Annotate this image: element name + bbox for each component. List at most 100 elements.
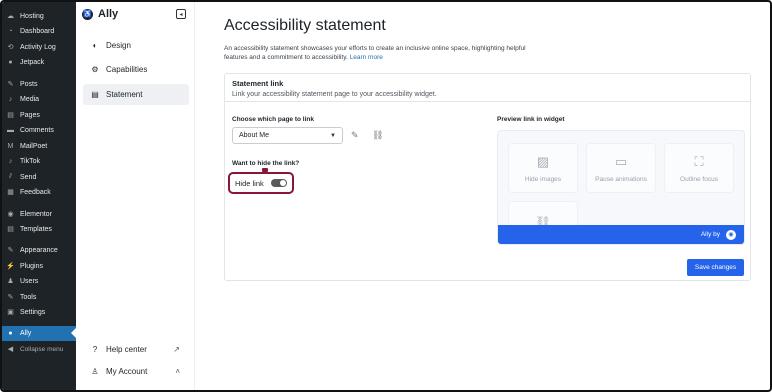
feedback-icon: ▦: [7, 189, 14, 196]
wp-menu-collapse[interactable]: ◀ Collapse menu: [2, 342, 76, 356]
card-subtitle: Link your accessibility statement page t…: [232, 91, 437, 98]
wp-menu-label: Media: [20, 95, 40, 103]
sidebar-collapse-button[interactable]: ◂: [176, 9, 186, 19]
video-off-icon: ▭: [614, 153, 628, 169]
nav-item-statement[interactable]: ▤ Statement: [83, 84, 189, 105]
tile-hide-images: ▨ Hide images: [508, 143, 578, 193]
wp-menu-label: Hosting: [20, 12, 44, 20]
settings-icon: ▣: [7, 309, 14, 316]
wp-menu-label: Ally: [20, 330, 32, 337]
app-frame: ☁ Hosting ◔ Dashboard ⟲ Activity Log ● Jetpa…: [0, 0, 772, 392]
wp-menu-activity-log[interactable]: ⟲ Activity Log: [2, 40, 76, 54]
wp-menu-label: Tools: [20, 293, 37, 301]
wp-menu-comments[interactable]: ▬ Comments: [2, 123, 76, 137]
wp-menu-settings[interactable]: ▣ Settings: [2, 305, 76, 319]
brush-icon: ✎: [7, 247, 14, 254]
wp-menu-label: Elementor: [20, 210, 52, 218]
wp-menu-jetpack[interactable]: ● Jetpack: [2, 55, 76, 69]
wp-menu-label: Send: [20, 173, 37, 181]
ally-icon: ●: [8, 330, 13, 337]
tile-pause-animations: ▭ Pause animations: [586, 143, 656, 193]
clock-icon: ⟲: [7, 44, 14, 51]
wp-menu-templates[interactable]: ▤ Templates: [2, 222, 76, 236]
wp-menu-dashboard[interactable]: ◔ Dashboard: [2, 24, 76, 38]
wp-menu-pages[interactable]: ▤ Pages: [2, 108, 76, 122]
wp-menu-elementor[interactable]: ◉ Elementor: [2, 207, 76, 221]
wp-menu-label: Settings: [20, 308, 46, 316]
wrench-icon: ✎: [7, 294, 14, 301]
wp-menu-hosting[interactable]: ☁ Hosting: [2, 9, 76, 23]
dashboard-icon: ◔: [8, 27, 13, 35]
card-header: Statement link Link your accessibility s…: [225, 74, 750, 102]
wp-menu-send[interactable]: ⫽ Send: [2, 170, 76, 184]
wp-menu-label: TikTok: [20, 157, 40, 165]
my-account-menu[interactable]: ♙ My Account ˄: [90, 367, 180, 376]
page-select[interactable]: About Me ▼: [232, 127, 343, 144]
wp-menu-ally[interactable]: ● Ally: [2, 326, 76, 341]
image-off-icon: ▨: [536, 153, 550, 169]
caret-down-icon: ▼: [330, 132, 336, 139]
wp-menu-tiktok[interactable]: ♪ TikTok: [2, 154, 76, 168]
wp-menu-label: Plugins: [20, 262, 43, 270]
gear-icon: ⚙: [91, 65, 99, 74]
external-link-icon: ↗: [173, 345, 180, 354]
ally-header: ♿ Ally: [82, 8, 118, 20]
nav-item-label: Design: [106, 41, 131, 50]
statement-link-card: Statement link Link your accessibility s…: [224, 73, 751, 281]
hide-link-toggle-group[interactable]: Hide link: [228, 172, 294, 194]
choose-page-label: Choose which page to link: [232, 116, 314, 123]
focus-icon: ⛶: [694, 153, 704, 169]
widget-footer: Ally by ◉: [498, 225, 744, 244]
user-icon: ♟: [7, 278, 14, 285]
nav-item-label: Capabilities: [106, 65, 148, 74]
main-content: Accessibility statement An accessibility…: [195, 2, 770, 390]
tile-outline-focus: ⛶ Outline focus: [664, 143, 734, 193]
hide-link-toggle[interactable]: [271, 179, 287, 187]
elementor-icon: ◉: [7, 211, 14, 218]
nav-item-label: Statement: [106, 90, 143, 99]
wp-menu-appearance[interactable]: ✎ Appearance: [2, 243, 76, 257]
page-title: Accessibility statement: [224, 17, 386, 34]
wp-menu-label: Templates: [20, 225, 52, 233]
nav-item-design[interactable]: ◐ Design: [83, 35, 189, 56]
intro-text: An accessibility statement showcases you…: [224, 44, 544, 62]
wp-menu-label: Feedback: [20, 188, 51, 196]
wp-menu-tools[interactable]: ✎ Tools: [2, 290, 76, 304]
widget-brand: Ally by: [700, 231, 720, 238]
send-icon: ⫽: [8, 173, 13, 180]
wp-menu-label: Posts: [20, 80, 38, 88]
document-icon: ▤: [91, 90, 99, 99]
page-select-value: About Me: [239, 132, 269, 139]
cloud-icon: ☁: [7, 13, 14, 20]
help-center-link[interactable]: ? Help center ↗: [90, 345, 180, 354]
pencil-icon[interactable]: ✎: [351, 130, 359, 141]
wp-menu-label: Appearance: [20, 246, 58, 254]
card-title: Statement link: [232, 79, 284, 88]
mailpoet-icon: M: [7, 142, 14, 150]
wp-menu-posts[interactable]: ✎ Posts: [2, 77, 76, 91]
wp-menu-users[interactable]: ♟ Users: [2, 274, 76, 288]
question-icon: ?: [92, 345, 98, 354]
wp-menu-media[interactable]: ♪ Media: [2, 92, 76, 106]
page-icon: ▤: [7, 112, 14, 119]
wp-menu-label: Jetpack: [20, 58, 45, 66]
media-icon: ♪: [8, 95, 13, 103]
my-account-label: My Account: [106, 367, 148, 376]
link-icon[interactable]: ⛓: [372, 130, 383, 141]
ally-title: Ally: [98, 8, 119, 20]
comment-icon: ▬: [7, 126, 14, 134]
ally-badge-icon: ◉: [726, 229, 736, 240]
tile-label: Outline focus: [680, 175, 718, 183]
hide-link-question: Want to hide the link?: [232, 160, 300, 167]
wp-menu-label: Dashboard: [20, 27, 55, 35]
wp-menu-mailpoet[interactable]: M MailPoet: [2, 139, 76, 153]
nav-item-capabilities[interactable]: ⚙ Capabilities: [83, 59, 189, 80]
save-changes-button[interactable]: Save changes: [687, 259, 744, 276]
wp-menu-plugins[interactable]: ⚡ Plugins: [2, 259, 76, 273]
wp-admin-sidebar: ☁ Hosting ◔ Dashboard ⟲ Activity Log ● Jetpa…: [2, 2, 76, 390]
wp-menu-label: Activity Log: [20, 43, 56, 51]
wp-menu-label: Users: [20, 277, 39, 285]
wp-menu-feedback[interactable]: ▦ Feedback: [2, 185, 76, 199]
learn-more-link[interactable]: Learn more: [350, 54, 383, 61]
widget-preview: ▨ Hide images ▭ Pause animations ⛶ Outli…: [497, 130, 745, 245]
